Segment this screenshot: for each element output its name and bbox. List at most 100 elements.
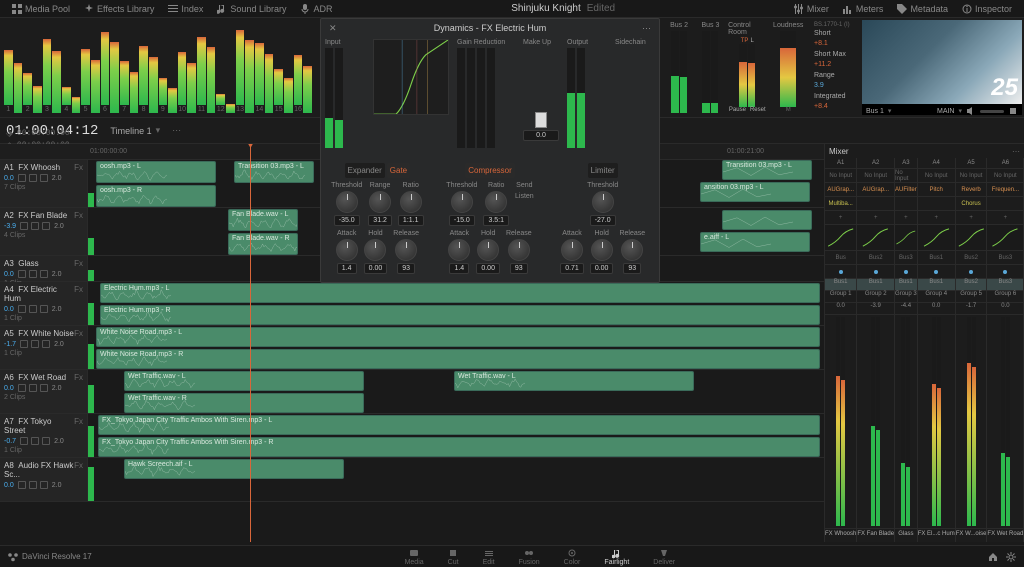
mixer-strip[interactable]: A2 No Input AUGrap... + Bus2 Bus1 Group … — [857, 158, 895, 542]
mixer-options-icon[interactable]: ⋯ — [1012, 147, 1020, 156]
track-lane[interactable]: Hawk Screech.aif - L — [94, 458, 824, 501]
audio-clip[interactable]: Electric Hum.mp3 - L — [100, 283, 820, 303]
audio-clip[interactable]: Electric Hum.mp3 - R — [100, 305, 820, 325]
mute-icon[interactable] — [40, 384, 48, 392]
mixer-strip[interactable]: A3 No Input AUFilter + Bus3 Bus1 Group 3… — [895, 158, 918, 542]
audio-clip[interactable]: e.aiff - L — [700, 232, 810, 252]
adr-button[interactable]: ADR — [294, 2, 338, 16]
audio-clip[interactable]: White Noise Road.mp3 - L — [96, 327, 820, 347]
options-icon[interactable]: ⋯ — [642, 23, 651, 34]
metadata-toggle[interactable]: Metadata — [891, 2, 954, 16]
track-lane[interactable]: White Noise Road.mp3 - LWhite Noise Road… — [94, 326, 824, 369]
comp-ratio-knob[interactable] — [485, 191, 507, 213]
solo-icon[interactable] — [29, 270, 37, 278]
options-icon[interactable]: ⋯ — [172, 125, 181, 136]
mixer-strip[interactable]: A1 No Input AUGrap... Multiba... + Bus B… — [825, 158, 857, 542]
listen-button[interactable]: Listen — [515, 193, 534, 200]
solo-icon[interactable] — [29, 174, 37, 182]
gate-threshold-knob[interactable] — [336, 191, 358, 213]
main-select[interactable]: MAIN — [937, 108, 955, 115]
speaker-icon[interactable] — [966, 106, 976, 116]
mixer-toggle[interactable]: Mixer — [788, 2, 835, 16]
track-header[interactable]: A6 FX Wet RoadFx 0.02.0 2 Clips — [0, 370, 88, 413]
solo-icon[interactable] — [29, 384, 37, 392]
video-preview[interactable]: 25 Bus 1▾ MAIN▾ — [862, 20, 1022, 115]
mute-icon[interactable] — [40, 305, 48, 313]
mute-icon[interactable] — [40, 270, 48, 278]
gate-range-knob[interactable] — [369, 191, 391, 213]
mute-icon[interactable] — [40, 481, 48, 489]
lim-hold-knob[interactable] — [591, 239, 613, 261]
index-button[interactable]: Index — [162, 2, 209, 16]
gate-attack-knob[interactable] — [336, 239, 358, 261]
nav-page-edit[interactable]: Edit — [483, 548, 495, 566]
track-header[interactable]: A7 FX Tokyo StreetFx -0.72.0 1 Clip — [0, 414, 88, 457]
sound-library-button[interactable]: Sound Library — [211, 2, 292, 16]
nav-page-cut[interactable]: Cut — [448, 548, 459, 566]
mute-icon[interactable] — [42, 437, 50, 445]
gate-ratio-knob[interactable] — [400, 191, 422, 213]
solo-icon[interactable] — [31, 340, 39, 348]
lim-attack-knob[interactable] — [561, 239, 583, 261]
arm-icon[interactable] — [18, 174, 26, 182]
comp-attack-knob[interactable] — [448, 239, 470, 261]
audio-clip[interactable]: Transition 03.mp3 - L — [722, 160, 812, 180]
effects-library-button[interactable]: Effects Library — [78, 2, 160, 16]
audio-clip[interactable]: FX_Tokyo Japan City Traffic Ambos With S… — [98, 437, 820, 457]
arm-icon[interactable] — [18, 270, 26, 278]
audio-clip[interactable]: White Noise Road.mp3 - R — [96, 349, 820, 369]
nav-page-fusion[interactable]: Fusion — [519, 548, 540, 566]
audio-clip[interactable]: Fan Blade.wav - R — [228, 233, 298, 255]
meters-toggle[interactable]: Meters — [837, 2, 890, 16]
audio-clip[interactable]: FX_Tokyo Japan City Traffic Ambos With S… — [98, 415, 820, 435]
nav-page-deliver[interactable]: Deliver — [653, 548, 675, 566]
lim-threshold-knob[interactable] — [592, 191, 614, 213]
audio-clip[interactable] — [722, 210, 812, 230]
pause-button[interactable]: Pause — [729, 107, 746, 113]
gate-tab[interactable]: Gate — [387, 163, 410, 178]
playhead[interactable] — [250, 144, 251, 542]
track-lane[interactable]: Electric Hum.mp3 - LElectric Hum.mp3 - R — [94, 282, 824, 325]
nav-page-media[interactable]: Media — [405, 548, 424, 566]
audio-clip[interactable]: oosh.mp3 - L — [96, 161, 216, 183]
track-header[interactable]: A8 Audio FX Hawk Sc...Fx 0.02.0 — [0, 458, 88, 501]
fader[interactable] — [895, 315, 917, 528]
arm-icon[interactable] — [20, 222, 28, 230]
mute-icon[interactable] — [42, 340, 50, 348]
lim-release-knob[interactable] — [621, 239, 643, 261]
home-icon[interactable] — [988, 552, 998, 562]
fader[interactable] — [857, 315, 894, 528]
track-header[interactable]: A2 FX Fan BladeFx -3.92.0 4 Clips — [0, 208, 88, 255]
arm-icon[interactable] — [18, 384, 26, 392]
mixer-strip[interactable]: A5 No Input Reverb Chorus + Bus2 Bus2 Gr… — [956, 158, 988, 542]
nav-page-fairlight[interactable]: Fairlight — [604, 548, 629, 566]
comp-hold-knob[interactable] — [477, 239, 499, 261]
track-header[interactable]: A5 FX White NoiseFx -1.72.0 1 Clip — [0, 326, 88, 369]
mixer-strip[interactable]: A4 No Input Pitch + Bus1 Bus1 Group 4 0.… — [918, 158, 956, 542]
close-icon[interactable]: ✕ — [329, 23, 337, 34]
dynamics-window[interactable]: ✕ Dynamics - FX Electric Hum ⋯ Input — [320, 18, 660, 283]
dynamics-curve[interactable] — [373, 39, 449, 115]
compressor-tab[interactable]: Compressor — [465, 163, 515, 178]
makeup-slider[interactable] — [535, 112, 547, 128]
expander-tab[interactable]: Expander — [345, 163, 385, 178]
audio-clip[interactable]: Transition 03.mp3 - L — [234, 161, 314, 183]
arm-icon[interactable] — [18, 305, 26, 313]
arm-icon[interactable] — [20, 340, 28, 348]
audio-clip[interactable]: oosh.mp3 - R — [96, 185, 216, 207]
timeline-dropdown[interactable]: Timeline 1 — [110, 126, 151, 136]
limiter-tab[interactable]: Limiter — [588, 163, 618, 178]
track-header[interactable]: A3 GlassFx 0.02.0 1 Clip — [0, 256, 88, 281]
track-header[interactable]: A4 FX Electric HumFx 0.02.0 1 Clip — [0, 282, 88, 325]
comp-threshold-knob[interactable] — [451, 191, 473, 213]
mute-icon[interactable] — [42, 222, 50, 230]
reset-button[interactable]: Reset — [750, 107, 766, 113]
track-lane[interactable]: Wet Traffic.wav - LWet Traffic.wav - LWe… — [94, 370, 824, 413]
solo-icon[interactable] — [29, 481, 37, 489]
solo-icon[interactable] — [31, 222, 39, 230]
arm-icon[interactable] — [18, 481, 26, 489]
solo-icon[interactable] — [31, 437, 39, 445]
media-pool-button[interactable]: Media Pool — [6, 2, 76, 16]
audio-clip[interactable]: Fan Blade.wav - L — [228, 209, 298, 231]
inspector-toggle[interactable]: Inspector — [956, 2, 1018, 16]
